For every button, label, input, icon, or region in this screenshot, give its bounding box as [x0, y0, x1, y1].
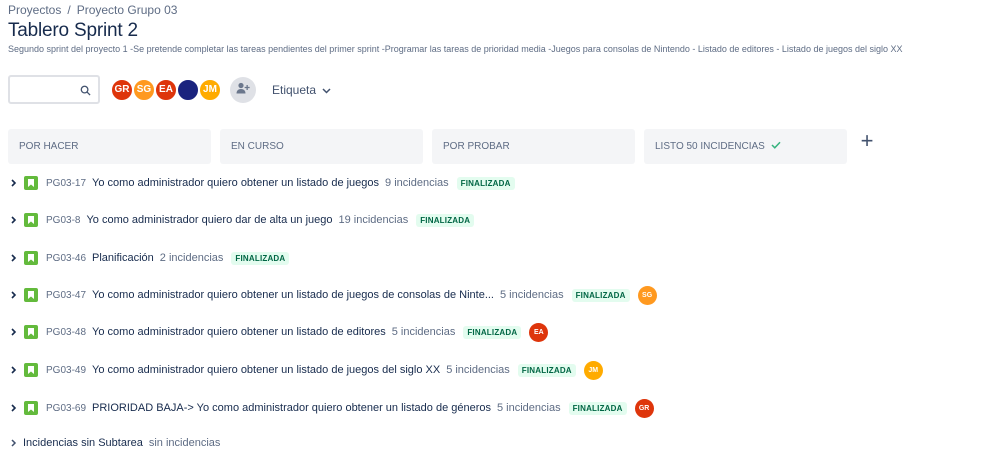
story-icon	[24, 325, 38, 339]
issue-key[interactable]: PG03-17	[46, 178, 86, 189]
column-header-todo: POR HACER	[8, 129, 211, 164]
story-icon	[24, 363, 38, 377]
search-icon	[80, 83, 91, 101]
issue-count: 2 incidencias	[159, 252, 224, 264]
issue-count: 5 incidencias	[500, 289, 564, 301]
issue-count: 5 incidencias	[391, 326, 456, 338]
sprint-description: Segundo sprint del proyecto 1 -Se preten…	[8, 44, 903, 54]
board-toolbar: GR SG EA JM Etiqueta	[8, 75, 331, 104]
story-icon	[24, 176, 38, 190]
issue-count: 19 incidencias	[338, 214, 409, 226]
chevron-down-icon	[322, 83, 331, 97]
issue-key[interactable]: PG03-49	[46, 365, 86, 376]
issue-summary[interactable]: Yo como administrador quiero obtener un …	[92, 177, 379, 189]
swimlane-no-subtask[interactable]: Incidencias sin Subtarea sin incidencias	[8, 437, 220, 449]
chevron-right-icon[interactable]	[8, 439, 20, 447]
add-person-icon	[236, 81, 250, 99]
label-filter-text: Etiqueta	[272, 82, 317, 97]
issue-key[interactable]: PG03-48	[46, 327, 86, 338]
label-filter-dropdown[interactable]: Etiqueta	[272, 83, 331, 97]
issue-key[interactable]: PG03-8	[46, 215, 80, 226]
breadcrumb-project-link[interactable]: Proyecto Grupo 03	[77, 3, 178, 17]
avatar[interactable]: GR	[110, 77, 134, 102]
swimlane-label: Incidencias sin Subtarea	[23, 437, 143, 449]
issue-summary[interactable]: PRIORIDAD BAJA-> Yo como administrador q…	[92, 402, 491, 414]
column-header-in-progress: EN CURSO	[220, 129, 423, 164]
swimlane-row[interactable]: PG03-49 Yo como administrador quiero obte…	[8, 360, 603, 380]
story-icon	[24, 288, 38, 302]
chevron-right-icon[interactable]	[8, 328, 20, 336]
chevron-right-icon[interactable]	[8, 179, 20, 187]
status-badge: FINALIZADA	[571, 288, 630, 302]
breadcrumb-separator: /	[67, 3, 71, 17]
page-title: Tablero Sprint 2	[8, 20, 138, 41]
add-column-button[interactable]: +	[855, 129, 879, 153]
issue-key[interactable]: PG03-47	[46, 290, 86, 301]
add-people-button[interactable]	[230, 76, 256, 103]
issue-summary[interactable]: Yo como administrador quiero obtener un …	[92, 326, 386, 338]
column-header-done: LISTO 50 INCIDENCIAS	[644, 129, 847, 164]
breadcrumb-projects-link[interactable]: Proyectos	[8, 3, 61, 17]
issue-key[interactable]: PG03-46	[46, 253, 86, 264]
column-title: EN CURSO	[231, 141, 284, 152]
swimlane-row[interactable]: PG03-8 Yo como administrador quiero dar d…	[8, 210, 475, 230]
story-icon	[24, 213, 38, 227]
column-title: POR PROBAR	[443, 141, 510, 152]
issue-count: 5 incidencias	[446, 364, 510, 376]
issue-summary[interactable]: Planificación	[92, 252, 154, 264]
avatar[interactable]	[176, 77, 200, 102]
swimlane-row[interactable]: PG03-47 Yo como administrador quiero obte…	[8, 285, 657, 305]
status-badge: FINALIZADA	[517, 363, 576, 377]
status-badge: FINALIZADA	[463, 325, 522, 339]
status-badge: FINALIZADA	[231, 251, 290, 265]
assignee-avatar[interactable]: SG	[637, 285, 657, 305]
column-title: POR HACER	[19, 141, 79, 152]
issue-summary[interactable]: Yo como administrador quiero obtener un …	[92, 289, 494, 301]
status-badge: FINALIZADA	[568, 401, 627, 415]
assignee-avatar-group: GR SG EA JM	[110, 77, 222, 102]
chevron-right-icon[interactable]	[8, 254, 20, 262]
breadcrumb: Proyectos / Proyecto Grupo 03	[8, 3, 177, 17]
check-icon	[771, 141, 781, 152]
chevron-right-icon[interactable]	[8, 216, 20, 224]
issue-summary[interactable]: Yo como administrador quiero obtener un …	[92, 364, 440, 376]
swimlane-row[interactable]: PG03-46 Planificación 2 incidencias FINALIZ…	[8, 248, 290, 268]
avatar[interactable]: EA	[154, 77, 178, 102]
issue-summary[interactable]: Yo como administrador quiero dar de alta…	[86, 214, 332, 226]
avatar[interactable]: JM	[198, 77, 222, 102]
issue-count: sin incidencias	[148, 437, 221, 449]
avatar[interactable]: SG	[132, 77, 156, 102]
column-title: LISTO 50 INCIDENCIAS	[655, 141, 765, 152]
status-badge: FINALIZADA	[416, 213, 475, 227]
swimlane-row[interactable]: PG03-48 Yo como administrador quiero obte…	[8, 322, 549, 342]
status-badge: FINALIZADA	[456, 176, 515, 190]
swimlane-row[interactable]: PG03-17 Yo como administrador quiero obte…	[8, 173, 515, 193]
story-icon	[24, 401, 38, 415]
column-header-testing: POR PROBAR	[432, 129, 635, 164]
assignee-avatar[interactable]: EA	[529, 322, 549, 342]
issue-key[interactable]: PG03-69	[46, 403, 86, 414]
search-box[interactable]	[8, 75, 100, 104]
chevron-right-icon[interactable]	[8, 404, 20, 412]
chevron-right-icon[interactable]	[8, 366, 20, 374]
search-input[interactable]	[14, 77, 84, 101]
assignee-avatar[interactable]: GR	[634, 398, 654, 418]
chevron-right-icon[interactable]	[8, 291, 20, 299]
issue-count: 9 incidencias	[385, 177, 449, 189]
story-icon	[24, 251, 38, 265]
assignee-avatar[interactable]: JM	[583, 360, 603, 380]
swimlane-row[interactable]: PG03-69 PRIORIDAD BAJA-> Yo como administ…	[8, 398, 654, 418]
board-columns: POR HACER EN CURSO POR PROBAR LISTO 50 I…	[8, 129, 847, 164]
issue-count: 5 incidencias	[497, 402, 561, 414]
